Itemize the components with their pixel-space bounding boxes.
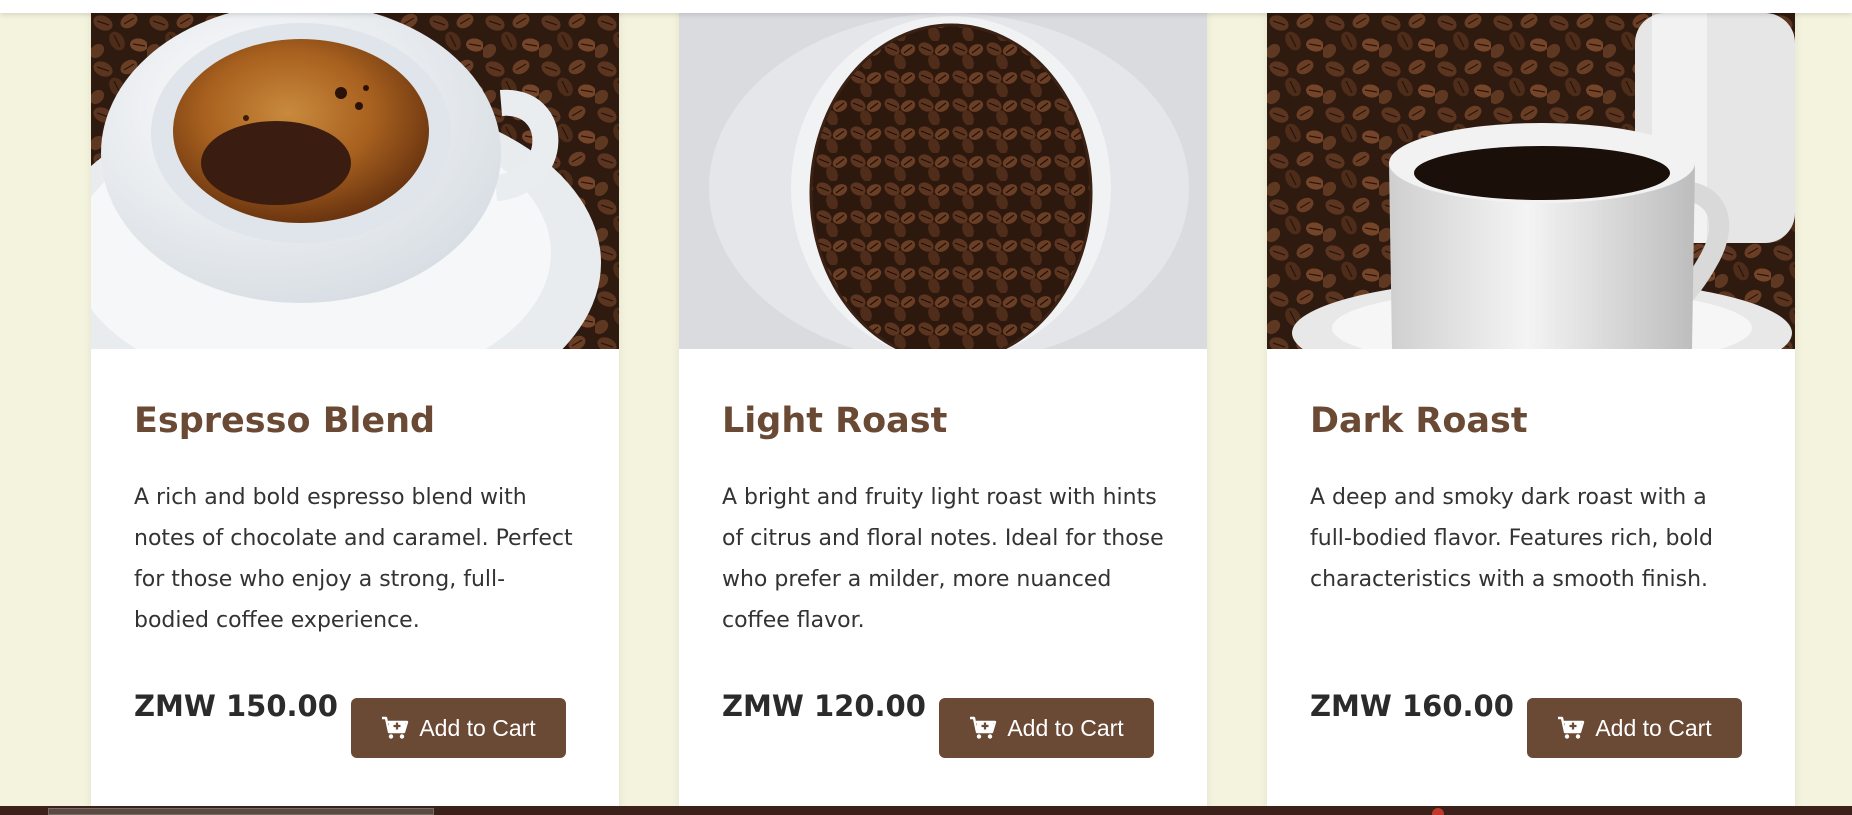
product-image-light-roast (679, 13, 1207, 349)
top-header-edge (0, 0, 1852, 13)
footer-edge (0, 806, 1852, 815)
product-card-espresso-blend: Espresso Blend A rich and bold espresso … (91, 0, 619, 815)
cart-plus-icon (381, 716, 409, 740)
cart-plus-icon (969, 716, 997, 740)
add-to-cart-label: Add to Cart (1007, 714, 1124, 741)
product-card-dark-roast: Dark Roast A deep and smoky dark roast w… (1267, 0, 1795, 815)
add-to-cart-button[interactable]: Add to Cart (939, 698, 1154, 758)
add-to-cart-button[interactable]: Add to Cart (1527, 698, 1742, 758)
add-to-cart-button[interactable]: Add to Cart (351, 698, 566, 758)
product-image-dark-roast (1267, 13, 1795, 349)
product-price: ZMW 120.00 (722, 689, 926, 723)
product-description: A bright and fruity light roast with hin… (722, 485, 1164, 633)
product-title: Espresso Blend (134, 401, 436, 441)
product-card-light-roast: Light Roast A bright and fruity light ro… (679, 0, 1207, 815)
cart-plus-icon (1557, 716, 1585, 740)
product-description: A deep and smoky dark roast with a full-… (1310, 485, 1713, 592)
coffee-beans-bowl-photo (679, 13, 1207, 349)
add-to-cart-label: Add to Cart (1595, 714, 1712, 741)
notification-dot-icon (1432, 808, 1444, 815)
add-to-cart-label: Add to Cart (419, 714, 536, 741)
espresso-cup-photo (91, 13, 619, 349)
product-price: ZMW 160.00 (1310, 689, 1514, 723)
product-description: A rich and bold espresso blend with note… (134, 485, 573, 633)
coffee-mug-photo (1267, 13, 1795, 349)
product-title: Dark Roast (1310, 401, 1528, 441)
product-image-espresso (91, 13, 619, 349)
product-title: Light Roast (722, 401, 948, 441)
taskbar-item[interactable] (48, 808, 434, 815)
product-price: ZMW 150.00 (134, 689, 338, 723)
